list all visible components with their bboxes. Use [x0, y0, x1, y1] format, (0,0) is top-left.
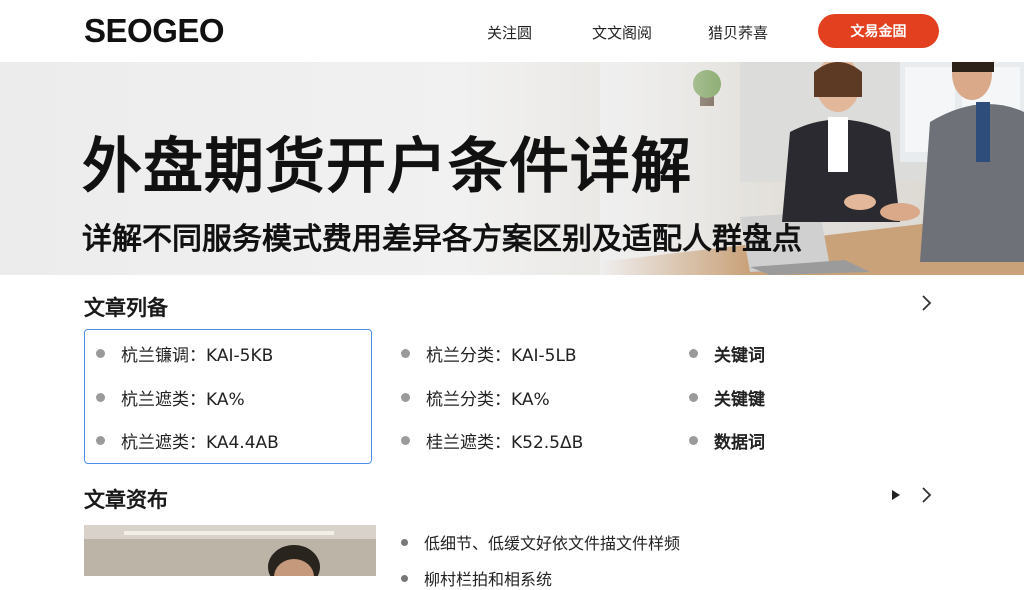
article-item[interactable]: 桂兰遮类：K52.5ΔB [401, 428, 583, 453]
bullet-icon [689, 393, 698, 402]
hero-subtitle: 详解不同服务模式费用差异各方案区别及适配人群盘点 [82, 222, 802, 257]
site-logo[interactable]: SEOGEO [84, 12, 225, 50]
top-navigation-bar: SEOGEO 关注圆 文文阁阅 猎贝荞喜 文易金固 [0, 0, 1024, 62]
bullet-icon [401, 538, 408, 546]
bullet-icon [96, 393, 105, 402]
bullet-icon [689, 436, 698, 445]
hero-title: 外盘期货开户条件详解 [82, 132, 692, 202]
nav-link-2[interactable]: 文文阁阅 [592, 22, 652, 43]
bullet-icon [401, 436, 410, 445]
article-item[interactable]: 杭兰分类：KAI-5LB [401, 341, 577, 366]
bullet-icon [96, 436, 105, 445]
chevron-right-icon[interactable] [916, 485, 936, 505]
bullet-icon [96, 349, 105, 358]
nav-link-1[interactable]: 关注圆 [487, 22, 532, 43]
cta-button[interactable]: 文易金固 [818, 14, 939, 48]
chevron-right-icon[interactable] [916, 293, 936, 313]
feature-item[interactable]: 柳村栏拍和相系统 [401, 566, 552, 590]
feature-item[interactable]: 低细节、低缓文好依文件描文件样频 [401, 530, 680, 554]
article-thumbnail[interactable] [84, 525, 376, 576]
hero-banner: 外盘期货开户条件详解 详解不同服务模式费用差异各方案区别及适配人群盘点 [0, 62, 1024, 275]
features-section-title: 文章资布 [84, 488, 168, 512]
article-item[interactable]: 梳兰分类：KA% [401, 385, 550, 410]
keyword-item[interactable]: 关键键 [689, 385, 765, 410]
articles-section-title: 文章列备 [84, 296, 168, 320]
nav-link-3[interactable]: 猎贝荞喜 [708, 22, 768, 43]
keyword-item[interactable]: 数据词 [689, 428, 765, 453]
keyword-item[interactable]: 关键词 [689, 341, 765, 366]
article-item[interactable]: 杭兰镰调：KAI-5KB [96, 341, 273, 366]
article-item[interactable]: 杭兰遮类：KA% [96, 385, 245, 410]
bullet-icon [689, 349, 698, 358]
bullet-icon [401, 349, 410, 358]
article-item[interactable]: 杭兰遮类：KA4.4AB [96, 428, 279, 453]
bullet-icon [401, 393, 410, 402]
play-icon[interactable] [890, 489, 902, 501]
